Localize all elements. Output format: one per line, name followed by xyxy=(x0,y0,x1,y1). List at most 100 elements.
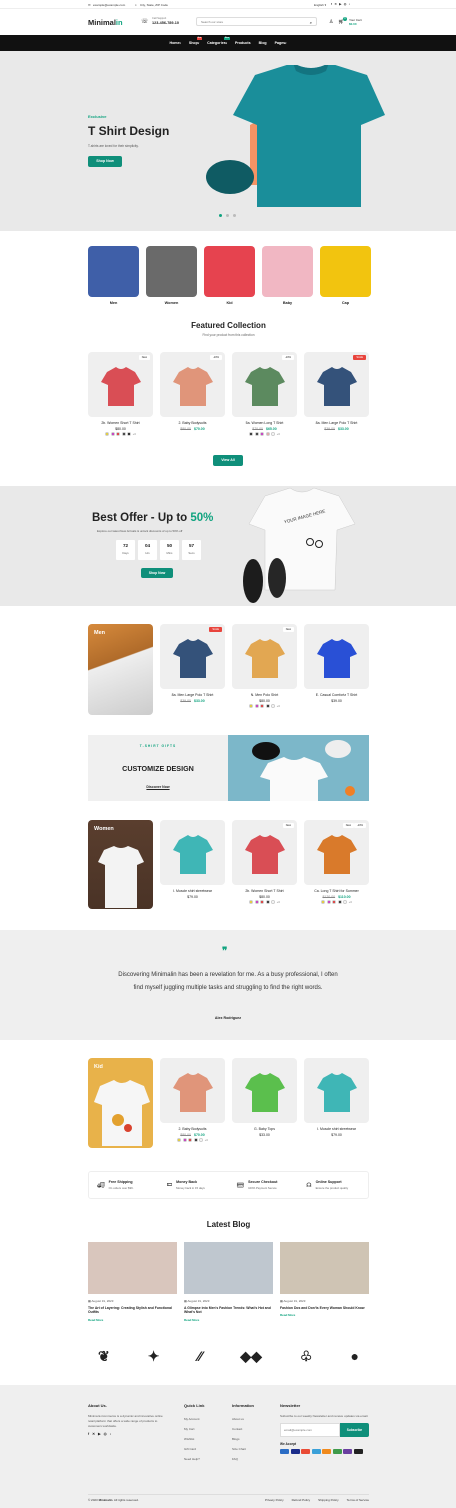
newsletter-email-input[interactable] xyxy=(280,1423,340,1437)
footer-link[interactable]: Size Chart xyxy=(232,1444,272,1454)
blog-post-title[interactable]: Fashion Dos and Don'ts Every Woman Shoul… xyxy=(280,1306,369,1310)
color-swatch[interactable] xyxy=(177,1138,182,1142)
brand-sprout-icon[interactable]: ♧ xyxy=(300,1348,313,1368)
color-swatch[interactable] xyxy=(254,432,259,436)
logo[interactable]: Minimalin xyxy=(88,18,123,27)
nav-item-blog[interactable]: Blog xyxy=(259,41,267,45)
product-card[interactable]: -10% 5a. Women Long T Shirt $70.00 $65.00 +3 xyxy=(232,352,297,437)
color-swatch[interactable] xyxy=(193,1138,198,1142)
offer-shop-button[interactable]: Shop Now xyxy=(141,568,173,578)
color-swatch[interactable] xyxy=(343,900,348,904)
footer-policy-link[interactable]: Terms of Service xyxy=(347,1498,369,1502)
color-swatch[interactable] xyxy=(249,704,254,708)
footer-link[interactable]: Gift Card xyxy=(184,1444,224,1454)
brand-slash-icon[interactable]: ⁄⁄ xyxy=(198,1348,203,1368)
category-women[interactable]: Women xyxy=(146,246,197,305)
slider-dot[interactable] xyxy=(226,214,229,217)
color-swatch[interactable] xyxy=(271,900,276,904)
blog-post[interactable]: ▦ August 31, 2023 Fashion Dos and Don'ts … xyxy=(280,1242,369,1332)
color-swatch[interactable] xyxy=(127,432,132,436)
gifts-link[interactable]: Discover Now xyxy=(88,785,228,789)
footer-link[interactable]: Blogs xyxy=(232,1434,272,1444)
color-swatch[interactable] xyxy=(337,900,342,904)
color-swatch[interactable] xyxy=(105,432,110,436)
slider-dot[interactable] xyxy=(219,214,222,217)
color-swatch[interactable] xyxy=(332,900,337,904)
product-name[interactable]: I. Muscle shirt streetwear xyxy=(160,889,225,893)
product-card[interactable]: I. Muscle shirt streetwear $79.00 xyxy=(304,1058,369,1137)
category-kid[interactable]: Kid xyxy=(204,246,255,305)
color-swatch[interactable] xyxy=(110,432,115,436)
product-name[interactable]: N. Men Polo Shirt xyxy=(232,693,297,697)
color-swatch[interactable] xyxy=(182,1138,187,1142)
nav-item-categories[interactable]: Categories▾ New xyxy=(207,37,231,45)
product-name[interactable]: E. Casual Comfortz T Shirt xyxy=(304,693,369,697)
search-input[interactable] xyxy=(197,18,297,25)
product-name[interactable]: G. Baby Tops xyxy=(232,1127,297,1131)
category-baby[interactable]: Baby xyxy=(262,246,313,305)
footer-link[interactable]: FAQ xyxy=(232,1454,272,1464)
brand-diamond-icon[interactable]: ◆◆ xyxy=(240,1348,262,1368)
blog-post-title[interactable]: A Glimpse into Men's Fashion Trends: Wha… xyxy=(184,1306,273,1315)
blog-post[interactable]: ▦ August 31, 2023 The Art of Layering: Cr… xyxy=(88,1242,177,1332)
read-more-link[interactable]: Read More xyxy=(184,1318,273,1322)
product-card[interactable]: -10% 2. Baby Bodysuits $80.00 $70.00 xyxy=(160,352,225,431)
product-name[interactable]: 2. Baby Bodysuits xyxy=(160,421,225,425)
nav-item-products[interactable]: Products xyxy=(235,41,251,45)
product-name[interactable]: 8a. Men Large Polo T Shirt xyxy=(160,693,225,697)
color-swatch[interactable] xyxy=(249,432,254,436)
product-card[interactable]: -10% New Ca. Long T Shirt for Summer $120.0… xyxy=(304,820,369,905)
color-swatch[interactable] xyxy=(199,1138,204,1142)
color-swatch[interactable] xyxy=(321,900,326,904)
color-swatch[interactable] xyxy=(116,432,121,436)
footer-policy-link[interactable]: Privacy Policy xyxy=(265,1498,284,1502)
product-card[interactable]: SALE 8a. Men Large Polo T Shirt $39.00 $33.… xyxy=(160,624,225,703)
color-swatch[interactable] xyxy=(254,900,259,904)
nav-item-shop[interactable]: Shop▾ Hot xyxy=(189,37,203,45)
topbar-email[interactable]: example@example.com xyxy=(93,3,125,7)
product-name[interactable]: I. Muscle shirt streetwear xyxy=(304,1127,369,1131)
footer-link[interactable]: Wishlist xyxy=(184,1434,224,1444)
brand-leaf-icon[interactable]: ❦ xyxy=(98,1348,110,1368)
tiktok-icon[interactable]: ♪ xyxy=(110,1432,115,1436)
language-select[interactable]: English ▾ xyxy=(314,3,326,7)
color-swatch[interactable] xyxy=(271,432,276,436)
product-card[interactable]: E. Casual Comfortz T Shirt $39.00 xyxy=(304,624,369,703)
brand-pin-icon[interactable]: ● xyxy=(351,1348,359,1368)
product-card[interactable]: I. Muscle shirt streetwear $79.00 xyxy=(160,820,225,899)
nav-item-home[interactable]: Home▾ xyxy=(170,41,181,45)
nav-item-pages[interactable]: Pages▾ xyxy=(275,41,287,45)
color-swatch[interactable] xyxy=(254,704,259,708)
women-banner[interactable]: Women xyxy=(88,820,153,909)
support-phone[interactable]: 123-456-789-10 xyxy=(152,21,179,25)
color-swatch[interactable] xyxy=(188,1138,193,1142)
view-all-button[interactable]: View All xyxy=(213,455,243,466)
footer-link[interactable]: My Cart xyxy=(184,1424,224,1434)
color-swatch[interactable] xyxy=(121,432,126,436)
product-name[interactable]: 8a. Men Large Polo T Shirt xyxy=(304,421,369,425)
category-cap[interactable]: Cap xyxy=(320,246,371,305)
product-name[interactable]: 5a. Women Long T Shirt xyxy=(232,421,297,425)
color-swatch[interactable] xyxy=(260,704,265,708)
tiktok-icon[interactable]: ♪ xyxy=(349,2,353,6)
footer-link[interactable]: About us xyxy=(232,1414,272,1424)
men-banner[interactable]: Men xyxy=(88,624,153,715)
blog-post[interactable]: ▦ August 31, 2023 A Glimpse into Men's Fa… xyxy=(184,1242,273,1332)
blog-post-title[interactable]: The Art of Layering: Creating Stylish an… xyxy=(88,1306,177,1315)
color-swatch[interactable] xyxy=(265,900,270,904)
color-swatch[interactable] xyxy=(326,900,331,904)
product-name[interactable]: 2b. Women Short T Shirt xyxy=(88,421,153,425)
footer-link[interactable]: Need Help? xyxy=(184,1454,224,1464)
footer-policy-link[interactable]: Shipping Policy xyxy=(318,1498,339,1502)
read-more-link[interactable]: Read More xyxy=(88,1318,177,1322)
color-swatch[interactable] xyxy=(260,432,265,436)
hero-shop-button[interactable]: Shop Now xyxy=(88,156,122,167)
product-card[interactable]: G. Baby Tops $33.00 xyxy=(232,1058,297,1137)
subscribe-button[interactable]: Subscribe xyxy=(340,1423,369,1437)
category-men[interactable]: Men xyxy=(88,246,139,305)
kid-banner[interactable]: Kid xyxy=(88,1058,153,1148)
product-name[interactable]: 2. Baby Bodysuits xyxy=(160,1127,225,1131)
product-card[interactable]: SALE 8a. Men Large Polo T Shirt $39.00 $33.… xyxy=(304,352,369,431)
account-icon[interactable]: ♙ xyxy=(329,19,333,25)
product-card[interactable]: New N. Men Polo Shirt $80.00 +3 xyxy=(232,624,297,709)
